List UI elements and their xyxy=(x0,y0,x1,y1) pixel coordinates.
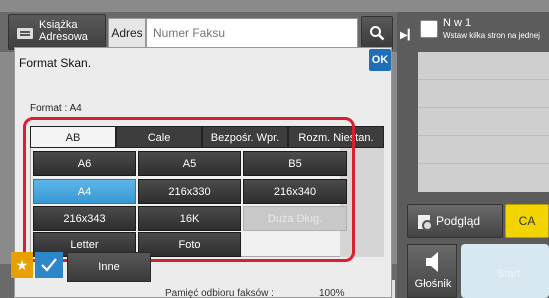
address-book-button[interactable]: Książka Adresowa xyxy=(8,14,106,50)
address-button[interactable]: Adres xyxy=(108,18,146,48)
fax-number-input[interactable] xyxy=(146,18,358,48)
size-216x340-button[interactable]: 216x340 xyxy=(243,179,347,204)
ok-button[interactable]: OK xyxy=(369,49,391,71)
tab-direct-entry[interactable]: Bezpośr. Wpr. xyxy=(202,126,288,148)
current-format-label: Format : A4 xyxy=(30,103,82,114)
expand-arrow-icon[interactable]: ▶▎ xyxy=(400,30,415,44)
memory-label: Pamięć odbioru faksów : xyxy=(165,288,274,298)
size-a6-button[interactable]: A6 xyxy=(33,151,136,176)
preview-button[interactable]: Podgląd xyxy=(407,204,503,238)
n-in-1-subtitle: Wstaw kilka stron na jednej xyxy=(443,31,540,40)
tab-ab[interactable]: AB xyxy=(30,126,116,148)
start-button[interactable]: Start xyxy=(461,244,549,298)
size-b5-button[interactable]: B5 xyxy=(243,151,347,176)
preview-icon xyxy=(418,215,433,231)
address-book-label: Książka Adresowa xyxy=(39,19,88,43)
speaker-button[interactable]: Głośnik xyxy=(407,244,457,298)
n-in-1-title: N w 1 xyxy=(443,17,472,29)
size-long-button: Duża Dług. xyxy=(243,206,347,231)
checkmark-icon xyxy=(41,258,57,272)
tab-custom-size[interactable]: Rozm. Niestan. xyxy=(288,126,384,148)
size-a4-button[interactable]: A4 xyxy=(33,179,136,204)
size-216x343-button[interactable]: 216x343 xyxy=(33,206,136,231)
ca-button[interactable]: CA xyxy=(505,204,549,238)
favorite-star-icon[interactable]: ★ xyxy=(11,252,33,278)
size-a5-button[interactable]: A5 xyxy=(138,151,241,176)
size-16k-button[interactable]: 16K xyxy=(138,206,241,231)
memory-value: 100% xyxy=(319,288,345,298)
search-button[interactable] xyxy=(361,16,393,50)
tab-inches[interactable]: Cale xyxy=(116,126,202,148)
search-icon xyxy=(370,26,385,41)
other-button[interactable]: Inne xyxy=(67,252,151,282)
preview-label: Podgląd xyxy=(436,214,481,228)
n-in-1-checkbox[interactable] xyxy=(420,20,438,38)
start-label: Start xyxy=(497,268,521,280)
size-foto-button[interactable]: Foto xyxy=(138,232,241,257)
size-216x330-button[interactable]: 216x330 xyxy=(138,179,241,204)
address-book-icon xyxy=(17,28,33,39)
speaker-icon xyxy=(426,252,438,272)
right-options-panel xyxy=(418,52,549,192)
dialog-title: Format Skan. xyxy=(19,56,92,70)
checkmark-button[interactable] xyxy=(35,252,63,278)
speaker-label: Głośnik xyxy=(414,278,452,290)
